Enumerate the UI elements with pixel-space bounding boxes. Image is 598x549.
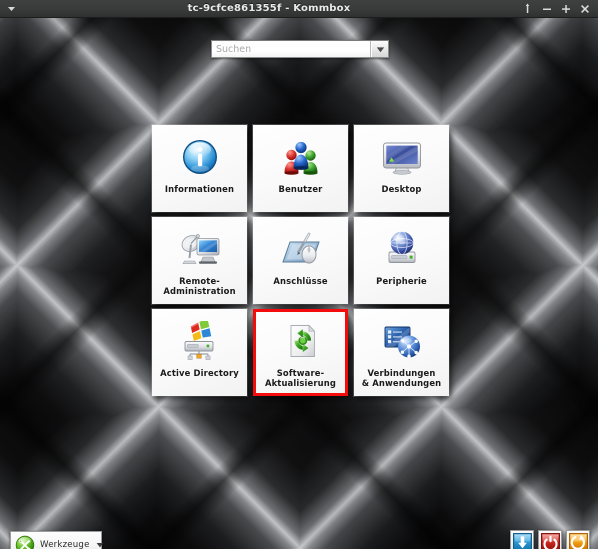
tile-label: Benutzer: [276, 184, 326, 194]
minimize-button[interactable]: [541, 2, 552, 15]
tile-label: Software- Aktualisierung: [262, 368, 339, 389]
tile-label: Peripherie: [373, 276, 430, 286]
tile-peripherie[interactable]: Peripherie: [354, 217, 449, 304]
window-menu-button[interactable]: [0, 0, 22, 18]
tile-anschluesse[interactable]: Anschlüsse: [253, 217, 348, 304]
software-update-icon: [278, 320, 324, 362]
logoff-button[interactable]: [510, 530, 534, 549]
tile-label: Desktop: [379, 184, 425, 194]
always-on-top-button[interactable]: [522, 2, 533, 15]
tools-label: Werkzeuge: [40, 540, 90, 549]
power-button-group: [510, 530, 590, 549]
information-icon: [177, 136, 223, 178]
ports-tablet-mouse-icon: [278, 228, 324, 270]
tile-benutzer[interactable]: Benutzer: [253, 125, 348, 212]
power-icon: [541, 533, 560, 549]
tile-remote-administration[interactable]: Remote- Administration: [152, 217, 247, 304]
desktop-background: Informationen: [0, 18, 598, 549]
tile-desktop[interactable]: Desktop: [354, 125, 449, 212]
title-bar: tc-9cfce861355f - Kommbox: [0, 0, 598, 18]
tile-software-aktualisierung[interactable]: Software- Aktualisierung: [253, 309, 348, 396]
connections-apps-icon: [379, 320, 425, 362]
remote-administration-icon: [177, 228, 223, 270]
restart-button[interactable]: [566, 530, 590, 549]
tile-label: Informationen: [162, 184, 237, 194]
restart-arrow-icon: [569, 533, 588, 549]
window-controls: [518, 2, 598, 15]
search-dropdown-button[interactable]: [371, 41, 388, 57]
shutdown-button[interactable]: [538, 530, 562, 549]
search-input[interactable]: [212, 41, 371, 57]
users-icon: [278, 136, 324, 178]
down-arrow-icon: [513, 533, 532, 549]
caret-down-icon[interactable]: [95, 542, 105, 548]
tile-informationen[interactable]: Informationen: [152, 125, 247, 212]
tile-active-directory[interactable]: Active Directory: [152, 309, 247, 396]
search-combobox[interactable]: [211, 40, 389, 58]
tile-label: Active Directory: [157, 368, 242, 378]
maximize-button[interactable]: [560, 2, 571, 15]
caret-down-icon: [7, 4, 16, 13]
chevron-down-icon: [376, 46, 385, 53]
close-button[interactable]: [579, 2, 590, 15]
active-directory-icon: [177, 320, 223, 362]
tile-label: Verbindungen & Anwendungen: [359, 368, 445, 389]
tile-label: Anschlüsse: [270, 276, 330, 286]
peripherals-globe-icon: [379, 228, 425, 270]
tile-verbindungen-anwendungen[interactable]: Verbindungen & Anwendungen: [354, 309, 449, 396]
tools-button[interactable]: Werkzeuge: [10, 531, 102, 549]
green-wrench-icon: [15, 535, 35, 549]
tile-label: Remote- Administration: [160, 276, 238, 297]
module-tile-grid: Informationen: [152, 125, 449, 396]
kommbox-window: tc-9cfce861355f - Kommbox: [0, 0, 598, 549]
window-title: tc-9cfce861355f - Kommbox: [22, 3, 518, 14]
monitor-icon: [379, 136, 425, 178]
